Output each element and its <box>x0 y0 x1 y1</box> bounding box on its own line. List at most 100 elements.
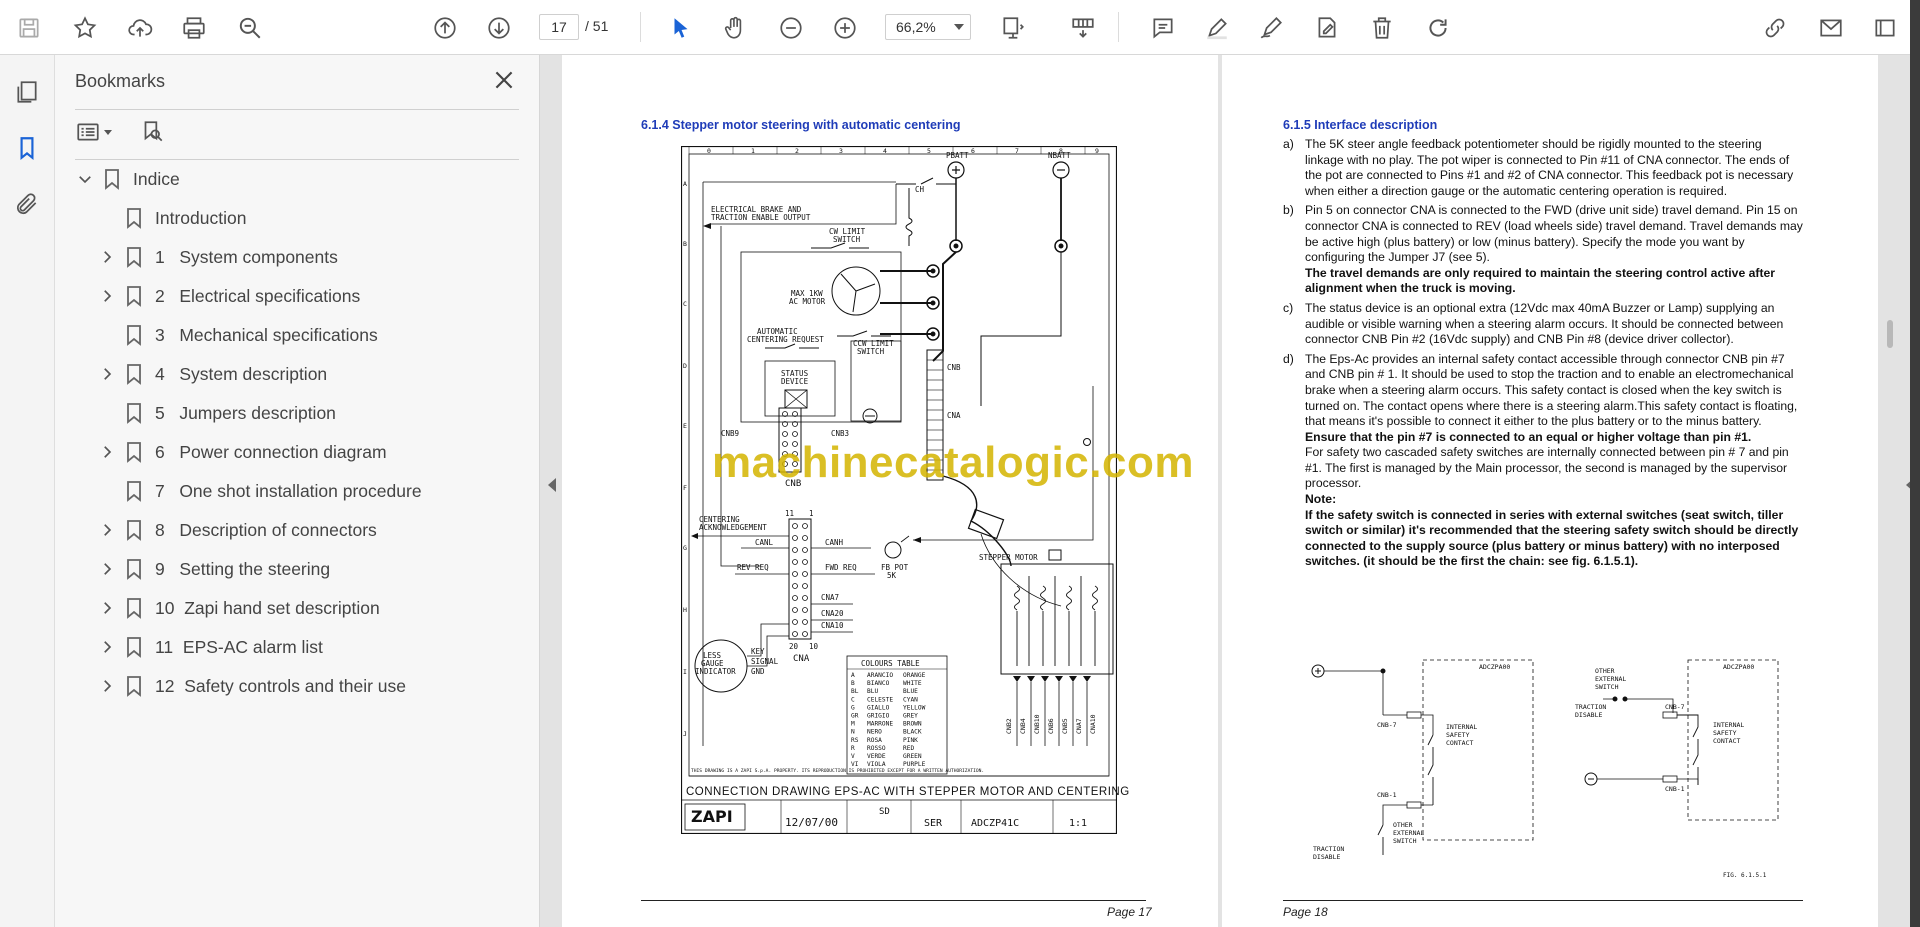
chevron-down-icon[interactable] <box>75 169 95 189</box>
toolbar-divider <box>1118 12 1119 42</box>
bookmark-item[interactable]: 8 Description of connectors <box>97 515 377 545</box>
list-item: d) The Eps-Ac provides an internal safet… <box>1283 351 1799 569</box>
svg-text:6: 6 <box>971 147 975 155</box>
svg-text:CH: CH <box>915 185 925 194</box>
bookmark-label: 9 Setting the steering <box>155 558 331 579</box>
chevron-right-icon[interactable] <box>97 442 117 462</box>
toolbar-divider <box>640 12 641 42</box>
bookmark-icon <box>125 519 143 541</box>
scroll-mode-icon[interactable] <box>1066 11 1100 45</box>
chevron-right-icon[interactable] <box>97 559 117 579</box>
colour-table-cell: RS <box>851 737 859 744</box>
zoom-search-icon[interactable] <box>233 11 267 45</box>
pages-thumbnail-icon[interactable] <box>12 77 42 107</box>
bookmark-search-icon <box>144 121 163 142</box>
chevron-right-icon[interactable] <box>97 286 117 306</box>
chevron-right-icon[interactable] <box>97 364 117 384</box>
svg-text:GND: GND <box>751 667 765 676</box>
section-heading: 6.1.5 Interface description <box>1283 118 1438 132</box>
interface-description: a) The 5K steer angle feedback potentiom… <box>1283 137 1803 574</box>
colour-table-cell: ARANCIO <box>867 672 893 679</box>
save-icon[interactable] <box>12 11 46 45</box>
page-down-icon[interactable] <box>482 11 516 45</box>
comment-icon[interactable] <box>1146 11 1180 45</box>
bookmark-item[interactable]: 5 Jumpers description <box>97 398 336 428</box>
chevron-right-icon[interactable] <box>97 598 117 618</box>
svg-text:SAFETY: SAFETY <box>1713 729 1737 737</box>
colour-table-cell: A <box>851 672 855 679</box>
bookmark-item[interactable]: 3 Mechanical specifications <box>97 320 378 350</box>
svg-text:0: 0 <box>707 147 711 155</box>
svg-text:G: G <box>683 544 687 552</box>
connection-drawing: 0123 4567 89 ABCD EFGH IJ PBATT NBATT CH… <box>680 145 1118 835</box>
svg-text:OTHER: OTHER <box>1393 821 1413 829</box>
bookmark-item[interactable]: 9 Setting the steering <box>97 554 330 584</box>
svg-text:10: 10 <box>809 642 819 651</box>
page-number-input[interactable]: 17 <box>539 14 579 40</box>
bookmark-item[interactable]: 7 One shot installation procedure <box>97 476 422 506</box>
bookmark-item[interactable]: 12 Safety controls and their use <box>97 671 406 701</box>
svg-text:DEVICE: DEVICE <box>781 377 809 386</box>
fullscreen-icon[interactable] <box>1868 11 1902 45</box>
colour-table-cell: WHITE <box>903 680 922 687</box>
colour-table-cell: BLU <box>867 688 878 695</box>
colour-table-cell: ORANGE <box>903 672 926 679</box>
svg-text:CENTERING REQUEST: CENTERING REQUEST <box>747 335 824 344</box>
chevron-right-icon[interactable] <box>97 520 117 540</box>
svg-text:CANH: CANH <box>825 538 844 547</box>
bookmark-icon <box>125 402 143 424</box>
bookmark-label: 5 Jumpers description <box>155 402 336 423</box>
scrollbar[interactable] <box>1887 320 1893 348</box>
bookmark-item[interactable]: 2 Electrical specifications <box>97 281 360 311</box>
colour-table-cell: B <box>851 680 855 687</box>
close-icon[interactable] <box>491 67 517 93</box>
bookmark-item[interactable]: 4 System description <box>97 359 327 389</box>
svg-text:CNB10: CNB10 <box>1033 714 1041 734</box>
rotate-icon[interactable] <box>1421 11 1455 45</box>
bookmark-item[interactable]: 1 System components <box>97 242 338 272</box>
bookmark-item[interactable]: 6 Power connection diagram <box>97 437 387 467</box>
page-up-icon[interactable] <box>428 11 462 45</box>
bookmark-item[interactable]: Indice <box>75 164 180 194</box>
panel-divider <box>75 109 519 110</box>
highlight-pen-icon[interactable] <box>1200 11 1234 45</box>
bookmark-search-button[interactable] <box>139 117 165 147</box>
select-cursor-icon[interactable] <box>664 11 698 45</box>
colour-table-cell: R <box>851 745 855 752</box>
svg-text:CNB-7: CNB-7 <box>1665 703 1685 711</box>
safety-switch-figure: ADCZPA00 CNB-7 INTERNAL SAFETY CONTACT C… <box>1303 655 1783 885</box>
bookmark-panel-icon[interactable] <box>12 133 42 163</box>
attachment-icon[interactable] <box>12 189 42 219</box>
mail-icon[interactable] <box>1814 11 1848 45</box>
bookmark-options-button[interactable] <box>75 117 112 147</box>
svg-text:ADCZP41C: ADCZP41C <box>971 818 1019 829</box>
zoom-select[interactable]: 66,2% <box>885 14 971 40</box>
bookmarks-title: Bookmarks <box>75 71 166 91</box>
bookmark-item[interactable]: Introduction <box>97 203 246 233</box>
collapse-left-icon[interactable] <box>548 478 556 492</box>
svg-text:CNB2: CNB2 <box>1005 718 1013 734</box>
star-icon[interactable] <box>68 11 102 45</box>
svg-text:9: 9 <box>1095 147 1099 155</box>
bookmark-icon <box>125 558 143 580</box>
sign-icon[interactable] <box>1254 11 1288 45</box>
chevron-right-icon[interactable] <box>97 637 117 657</box>
svg-text:F: F <box>683 484 687 492</box>
svg-text:1: 1 <box>809 509 814 518</box>
hand-tool-icon[interactable] <box>718 11 752 45</box>
bookmark-item[interactable]: 11 EPS-AC alarm list <box>97 632 323 662</box>
edit-pdf-icon[interactable] <box>1310 11 1344 45</box>
bookmark-label: 6 Power connection diagram <box>155 441 387 462</box>
zoom-out-icon[interactable] <box>774 11 808 45</box>
delete-icon[interactable] <box>1365 11 1399 45</box>
chevron-right-icon[interactable] <box>97 676 117 696</box>
bookmark-item[interactable]: 10 Zapi hand set description <box>97 593 380 623</box>
zoom-in-icon[interactable] <box>828 11 862 45</box>
print-icon[interactable] <box>177 11 211 45</box>
cloud-upload-icon[interactable] <box>123 11 157 45</box>
page-fit-icon[interactable] <box>996 11 1030 45</box>
chevron-right-icon[interactable] <box>97 247 117 267</box>
section-heading: 6.1.4 Stepper motor steering with automa… <box>641 118 961 132</box>
share-link-icon[interactable] <box>1758 11 1792 45</box>
svg-text:E: E <box>683 422 687 430</box>
